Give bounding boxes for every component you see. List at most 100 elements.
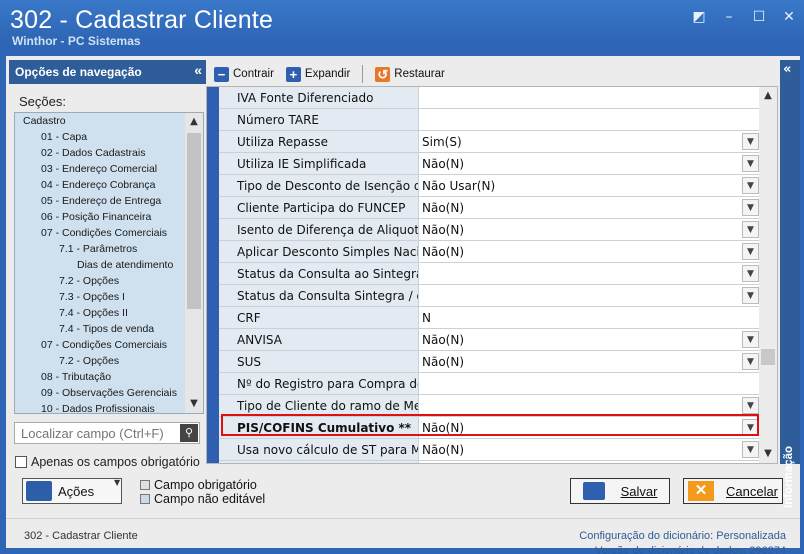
property-value[interactable]: N: [419, 307, 760, 328]
property-value[interactable]: Sim(S) ▼: [419, 131, 760, 152]
tree-item[interactable]: 03 - Endereço Comercial: [15, 161, 185, 177]
property-label: Utiliza IE Simplificada: [219, 153, 419, 174]
scroll-up-icon[interactable]: ▲: [185, 113, 203, 131]
tree-item-label: Cadastro: [23, 115, 66, 127]
property-label: Nº do Registro para Compra de: [219, 373, 419, 394]
tree-item-label: 7.2 - Opções: [59, 275, 120, 287]
tree-item[interactable]: 06 - Posição Financeira: [15, 209, 185, 225]
property-row: Aplicar Desconto Simples Nacio Não(N) ▼: [219, 241, 760, 263]
config-label: Configuração do dicionário:: [579, 530, 714, 542]
tree-item[interactable]: 07 - Condições Comerciais: [15, 337, 185, 353]
property-value[interactable]: Não(N) ▼: [419, 417, 760, 438]
grid-scroll-up-icon[interactable]: ▲: [759, 87, 777, 105]
property-value[interactable]: Não(N)▼: [419, 461, 760, 464]
tree-item-label: 7.3 - Opções I: [59, 291, 125, 303]
expand-button[interactable]: + Expandir: [282, 66, 354, 82]
checkbox-icon[interactable]: [15, 456, 27, 468]
actions-dropdown-icon[interactable]: ▼: [114, 478, 122, 498]
chevron-down-icon[interactable]: ▼: [742, 463, 759, 464]
grid-scroll-thumb[interactable]: [761, 349, 775, 365]
property-row: Tipo de Cliente do ramo de Me ▼: [219, 395, 760, 417]
tree-item[interactable]: Dias de atendimento: [15, 257, 185, 273]
chevron-down-icon[interactable]: ▼: [742, 133, 759, 150]
sections-label: Seções:: [19, 94, 66, 109]
tree-item[interactable]: 7.2 - Opções: [15, 273, 185, 289]
tree-item[interactable]: 04 - Endereço Cobrança: [15, 177, 185, 193]
chevron-down-icon[interactable]: ▼: [742, 353, 759, 370]
tree-item[interactable]: 7.2 - Opções: [15, 353, 185, 369]
minimize-icon[interactable]: –: [720, 8, 738, 26]
sections-tree[interactable]: Cadastro 01 - Capa 02 - Dados Cadastrais 03…: [14, 112, 204, 414]
tree-item[interactable]: 08 - Tributação: [15, 369, 185, 385]
grid-scroll-down-icon[interactable]: ▼: [759, 445, 777, 463]
tree-item[interactable]: 02 - Dados Cadastrais: [15, 145, 185, 161]
restore-window-icon[interactable]: ◩: [690, 8, 708, 26]
scroll-thumb[interactable]: [187, 133, 201, 309]
actions-button[interactable]: Ações: [22, 478, 122, 504]
tree-item[interactable]: 01 - Capa: [15, 129, 185, 145]
legend-readonly: Campo não editável: [140, 492, 265, 506]
property-value[interactable]: [419, 109, 760, 130]
property-row: Tipo de Desconto de Isenção do Não Usar(N…: [219, 175, 760, 197]
tree-item[interactable]: 07 - Condições Comerciais: [15, 225, 185, 241]
property-value[interactable]: ▼: [419, 263, 760, 284]
chevron-down-icon[interactable]: ▼: [742, 331, 759, 348]
restore-icon: ↺: [375, 66, 391, 82]
minus-icon: −: [214, 66, 229, 82]
restore-button[interactable]: ↺ Restaurar: [371, 66, 449, 82]
chevron-down-icon[interactable]: ▼: [742, 155, 759, 172]
tree-item[interactable]: 7.4 - Tipos de venda: [15, 321, 185, 337]
tree-scrollbar[interactable]: ▲ ▼: [185, 113, 203, 413]
search-icon[interactable]: ⚲: [180, 424, 198, 442]
tree-item[interactable]: 10 - Dados Profissionais: [15, 401, 185, 413]
chevron-down-icon[interactable]: ▼: [742, 419, 759, 436]
search-field[interactable]: ⚲: [14, 422, 200, 444]
chevron-down-icon[interactable]: ▼: [742, 397, 759, 414]
property-value-text: N: [422, 311, 431, 325]
search-input[interactable]: [15, 423, 175, 444]
property-value[interactable]: Não(N)▼: [419, 197, 760, 218]
collapse-nav-icon[interactable]: «: [194, 62, 202, 78]
property-value[interactable]: Não(N)▼: [419, 329, 760, 350]
property-value[interactable]: Não(N)▼: [419, 351, 760, 372]
tree-item[interactable]: Cadastro: [15, 113, 185, 129]
property-value[interactable]: Não(N)▼: [419, 439, 760, 460]
chevron-down-icon[interactable]: ▼: [742, 265, 759, 282]
property-value[interactable]: Não(N)▼: [419, 219, 760, 240]
chevron-down-icon[interactable]: ▼: [742, 441, 759, 458]
tree-item[interactable]: 7.3 - Opções I: [15, 289, 185, 305]
scroll-down-icon[interactable]: ▼: [185, 395, 203, 413]
contract-button[interactable]: − Contrair: [210, 66, 278, 82]
tree-item-label: 03 - Endereço Comercial: [41, 163, 158, 175]
chevron-down-icon[interactable]: ▼: [742, 287, 759, 304]
grid-rows: IVA Fonte Diferenciado Número TARE Utiliza…: [219, 87, 760, 464]
property-row: Utiliza IE Simplificada Não(N) ▼: [219, 153, 760, 175]
toolbar-divider: [362, 65, 364, 83]
property-label: Aplicar Desconto Simples Nacio: [219, 241, 419, 262]
property-value-text: Não(N): [422, 421, 465, 435]
info-panel[interactable]: « Informação: [780, 60, 800, 508]
chevron-down-icon[interactable]: ▼: [742, 221, 759, 238]
property-value[interactable]: [419, 373, 760, 394]
close-icon[interactable]: ✕: [780, 8, 798, 26]
expand-info-icon[interactable]: «: [783, 62, 791, 77]
maximize-icon[interactable]: ☐: [750, 8, 768, 26]
tree-item[interactable]: 05 - Endereço de Entrega: [15, 193, 185, 209]
save-button[interactable]: Salvar: [570, 478, 670, 504]
chevron-down-icon[interactable]: ▼: [742, 243, 759, 260]
tree-item[interactable]: 7.1 - Parâmetros: [15, 241, 185, 257]
property-value[interactable]: ▼: [419, 285, 760, 306]
tree-item[interactable]: 09 - Observações Gerenciais: [15, 385, 185, 401]
grid-scrollbar[interactable]: ▲ ▼: [759, 87, 777, 463]
cancel-button[interactable]: ✕ Cancelar: [683, 478, 783, 504]
property-value[interactable]: Não(N)▼: [419, 153, 760, 174]
only-required-checkbox[interactable]: Apenas os campos obrigatório: [15, 455, 200, 469]
chevron-down-icon[interactable]: ▼: [742, 177, 759, 194]
property-value[interactable]: [419, 87, 760, 108]
property-value[interactable]: ▼: [419, 395, 760, 416]
property-value[interactable]: Não Usar(N) ▼: [419, 175, 760, 196]
tree-item[interactable]: 7.4 - Opções II: [15, 305, 185, 321]
chevron-down-icon[interactable]: ▼: [742, 199, 759, 216]
property-value[interactable]: Não(N)▼: [419, 241, 760, 262]
tree-list: Cadastro 01 - Capa 02 - Dados Cadastrais 03…: [15, 113, 185, 413]
